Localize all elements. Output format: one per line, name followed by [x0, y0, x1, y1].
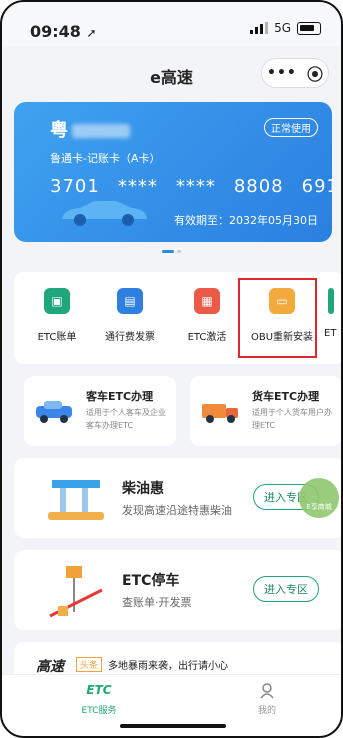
phone-screen: 09:48 ➚ 5G e高速 ••• ⦿ 粤 正常使用 鲁通卡-记账卡（A卡） … [0, 0, 343, 738]
status-right: 5G [250, 21, 321, 35]
news-brand: 高速 [36, 659, 64, 675]
promo-title: 柴油惠 [122, 481, 164, 497]
tab-label: ETC服务 [81, 706, 117, 716]
card-owner-prefix: 粤 [50, 120, 68, 141]
parking-illustration [49, 566, 103, 618]
card-number-part: 6910 [301, 176, 332, 197]
user-icon [227, 683, 307, 701]
pager-dot [177, 250, 181, 253]
promo-title: ETC停车 [122, 573, 180, 589]
tile-truck-etc[interactable]: 货车ETC办理 适用于个人货车用户办理ETC [190, 376, 341, 446]
bill-icon: ▣ [44, 288, 70, 314]
service-more[interactable]: ET [324, 288, 341, 339]
card-number-part: **** [117, 176, 158, 197]
home-indicator [120, 724, 226, 728]
invoice-icon: ▤ [117, 288, 143, 314]
time-text: 09:48 [30, 22, 81, 41]
truck-icon [202, 404, 238, 423]
tile-title: 客车ETC办理 [86, 390, 154, 403]
nav-bar: e高速 ••• ⦿ [2, 54, 341, 94]
etc-card[interactable]: 粤 正常使用 鲁通卡-记账卡（A卡） 3701 **** **** 8808 6… [14, 102, 332, 242]
service-label: ET [324, 328, 337, 339]
promo-subtitle: 发现高速沿途特惠柴油 [122, 504, 232, 517]
tile-title: 货车ETC办理 [252, 390, 320, 403]
card-number: 3701 **** **** 8808 6910 [50, 176, 332, 197]
service-etc-bill[interactable]: ▣ ETC账单 [22, 288, 92, 343]
card-number-part: 3701 [50, 176, 100, 197]
close-miniapp-icon[interactable]: ⦿ [307, 61, 323, 85]
highlight-box [238, 278, 317, 358]
car-illustration [62, 201, 147, 226]
promo-diesel[interactable]: 柴油惠 发现高速沿途特惠柴油 进入专区 [14, 458, 341, 538]
network-label: 5G [274, 21, 291, 35]
card-number-part: 8808 [233, 176, 284, 197]
card-type: 鲁通卡-记账卡（A卡） [50, 152, 161, 165]
car-icon [36, 401, 72, 423]
more-icon[interactable]: ••• [267, 65, 297, 81]
tile-subtitle: 适用于个人货车用户办理ETC [252, 408, 332, 430]
promo-etc-parking[interactable]: ETC停车 查账单·开发票 进入专区 [14, 550, 341, 630]
news-text: 多地暴雨来袭，出行请小心 [108, 661, 228, 672]
pager-dot-active [162, 250, 174, 253]
card-owner: 粤 [50, 116, 130, 142]
blurred-plate [72, 124, 130, 138]
tile-car-etc[interactable]: 客车ETC办理 适用于个人客车及企业客车办理ETC [24, 376, 176, 446]
status-bar: 09:48 ➚ 5G [2, 2, 341, 46]
service-invoice[interactable]: ▤ 通行费发票 [95, 288, 165, 343]
floating-mall-button[interactable]: E享商城 [299, 478, 339, 518]
tab-mine[interactable]: 我的 [227, 683, 307, 716]
miniapp-capsule: ••• ⦿ [261, 58, 329, 88]
tab-etc-service[interactable]: ETC ETC服务 [59, 683, 139, 716]
battery-icon [297, 21, 321, 35]
tab-label: 我的 [257, 706, 276, 716]
tile-subtitle: 适用于个人客车及企业客车办理ETC [86, 408, 166, 430]
status-badge: 正常使用 [264, 118, 318, 137]
service-etc-activate[interactable]: ▦ ETC激活 [172, 288, 242, 343]
more-service-icon [328, 288, 334, 314]
signal-icon [250, 22, 269, 34]
service-label: ETC账单 [37, 332, 77, 343]
activate-icon: ▦ [194, 288, 220, 314]
service-label: ETC激活 [187, 332, 227, 343]
card-number-part: **** [175, 176, 216, 197]
promo-subtitle: 查账单·开发票 [122, 596, 192, 609]
card-pager [2, 250, 341, 253]
service-label: 通行费发票 [105, 332, 155, 343]
news-tag: 头条 [76, 657, 103, 672]
card-expiry: 有效期至：2032年05月30日 [174, 214, 318, 227]
status-time: 09:48 ➚ [30, 22, 97, 41]
gas-station-illustration [48, 480, 104, 520]
location-arrow-icon: ➚ [86, 26, 97, 40]
enter-zone-button[interactable]: 进入专区 [253, 576, 319, 602]
etc-logo-icon: ETC [86, 683, 112, 697]
fab-label: E享商城 [306, 503, 332, 511]
